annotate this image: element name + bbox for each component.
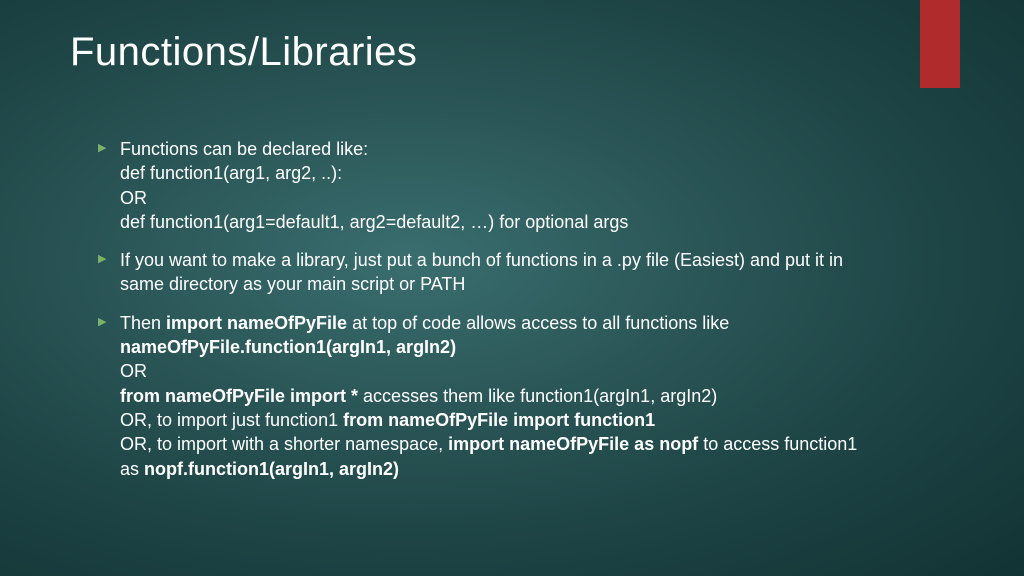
bullet-item: If you want to make a library, just put …	[98, 248, 858, 297]
bullet-list: Functions can be declared like:def funct…	[70, 137, 954, 481]
bold-text: from nameOfPyFile import function1	[343, 410, 655, 430]
bold-text: import nameOfPyFile as nopf	[448, 434, 698, 454]
bold-text: from nameOfPyFile import *	[120, 386, 358, 406]
accent-bar	[920, 0, 960, 88]
slide: Functions/Libraries Functions can be dec…	[0, 0, 1024, 481]
bullet-item: Then import nameOfPyFile at top of code …	[98, 311, 858, 481]
bold-text: nopf.function1(argIn1, argIn2)	[144, 459, 399, 479]
bold-text: import nameOfPyFile	[166, 313, 347, 333]
bold-text: nameOfPyFile.function1(argIn1, argIn2)	[120, 337, 456, 357]
slide-title: Functions/Libraries	[70, 30, 954, 75]
bullet-item: Functions can be declared like:def funct…	[98, 137, 858, 234]
